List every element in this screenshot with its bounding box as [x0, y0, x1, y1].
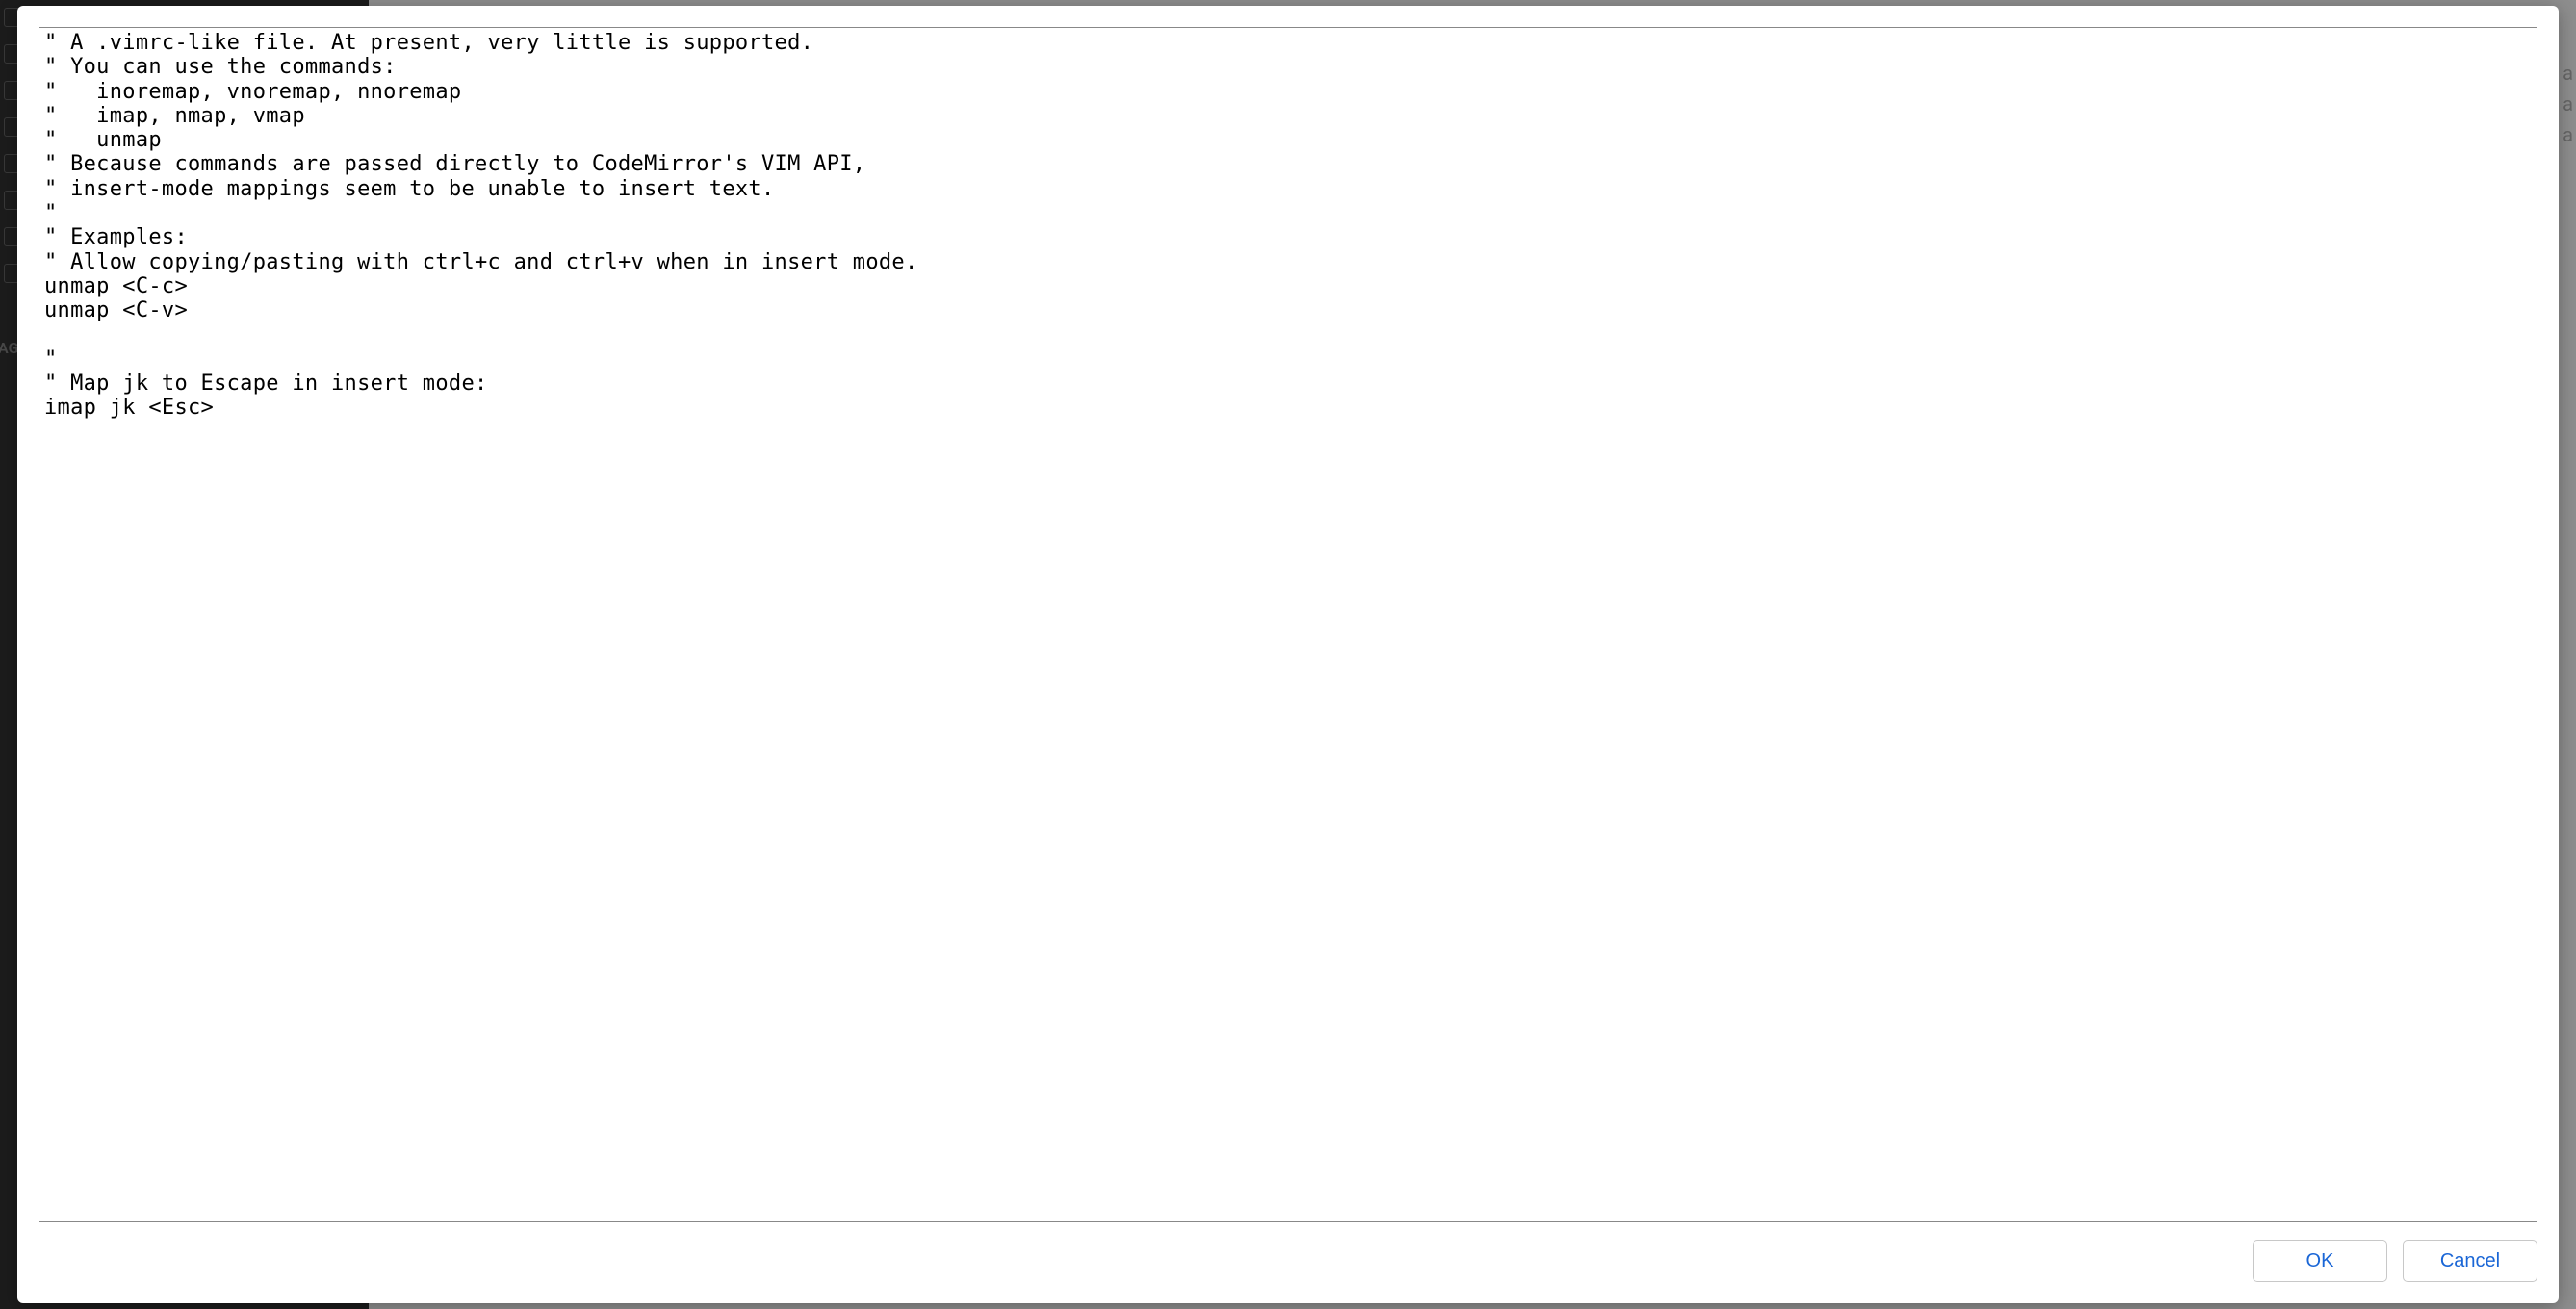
cancel-button[interactable]: Cancel — [2403, 1240, 2537, 1282]
sidebar-tag-label: AG — [0, 339, 18, 357]
vimrc-dialog: OK Cancel — [17, 6, 2559, 1303]
dialog-button-row: OK Cancel — [39, 1222, 2537, 1282]
vimrc-editor-textarea[interactable] — [39, 27, 2537, 1222]
ok-button[interactable]: OK — [2253, 1240, 2387, 1282]
